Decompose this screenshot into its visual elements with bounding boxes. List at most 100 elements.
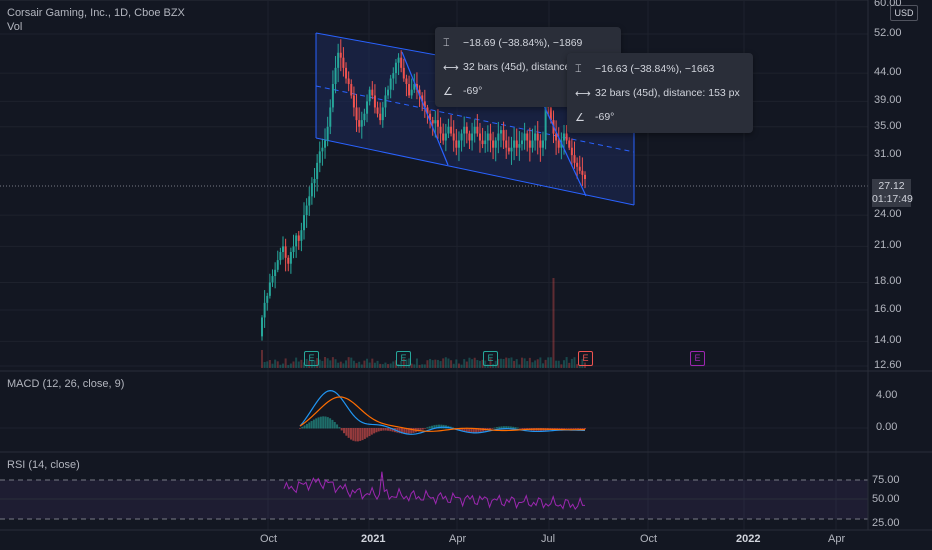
macd-histogram-bar — [317, 417, 320, 429]
price-tick: 35.00 — [874, 119, 902, 132]
volume-bar — [436, 359, 439, 368]
time-tick: 2022 — [736, 533, 761, 545]
macd-histogram-bar — [354, 428, 357, 442]
time-tick: 2021 — [361, 533, 386, 545]
volume-bar — [555, 360, 558, 368]
volume-bar — [476, 360, 479, 368]
volume-bar — [284, 358, 287, 368]
volume-bar — [289, 363, 292, 368]
candle-body — [523, 133, 526, 141]
volume-bar — [387, 364, 390, 368]
volume-bar — [513, 360, 516, 368]
volume-bar — [423, 364, 426, 368]
macd-histogram-bar — [512, 426, 515, 429]
macd-histogram-bar — [514, 427, 517, 429]
candle-body — [492, 140, 495, 148]
volume-bar — [442, 358, 445, 368]
candle-body — [473, 126, 476, 134]
macd-histogram-bar — [368, 428, 371, 437]
candle-body — [326, 126, 329, 141]
candle-body — [513, 140, 516, 148]
candle-body — [387, 89, 390, 96]
macd-histogram-bar — [329, 418, 332, 429]
rsi-label[interactable]: RSI (14, close) — [7, 459, 80, 471]
macd-histogram-bar — [308, 422, 311, 429]
volume-bar — [552, 278, 555, 368]
earnings-marker[interactable]: E — [578, 351, 593, 366]
volume-bar — [431, 360, 434, 368]
candle-body — [568, 140, 571, 148]
macd-histogram-bar — [315, 418, 318, 429]
candle-body — [565, 133, 568, 141]
rsi-tick-50: 50.00 — [872, 493, 900, 505]
candle-body — [515, 140, 518, 148]
macd-histogram-bar — [310, 420, 313, 429]
macd-histogram-bar — [361, 428, 364, 441]
volume-bar — [415, 358, 418, 368]
volume-label: Vol — [7, 21, 23, 33]
macd-histogram-bar — [382, 428, 385, 431]
volume-bar — [450, 360, 453, 368]
price-tick: 18.00 — [874, 275, 902, 288]
volume-bar — [560, 364, 563, 368]
macd-histogram-bar — [380, 428, 383, 431]
volume-bar — [389, 363, 392, 368]
macd-tick-0: 0.00 — [876, 421, 898, 433]
macd-signal-line — [299, 396, 586, 432]
candle-body — [534, 133, 537, 141]
volume-bar — [276, 361, 279, 368]
candle-body — [263, 302, 266, 318]
volume-bar — [549, 357, 552, 368]
volume-bar — [510, 357, 513, 368]
trading-chart[interactable]: Corsair Gaming, Inc., 1D, Cboe BZX Vol U… — [0, 0, 932, 550]
candle-body — [434, 120, 437, 124]
volume-bar — [460, 364, 463, 368]
candle-body — [539, 140, 542, 148]
candle-body — [505, 140, 508, 148]
volume-bar — [507, 358, 510, 368]
candle-body — [400, 57, 403, 68]
earnings-marker[interactable]: E — [396, 351, 411, 366]
volume-bar — [534, 360, 537, 368]
macd-histogram-bar — [373, 428, 376, 434]
candle-body — [531, 140, 534, 148]
volume-bar — [355, 363, 358, 368]
volume-bar — [429, 358, 432, 368]
macd-histogram-bar — [333, 421, 336, 429]
macd-label[interactable]: MACD (12, 26, close, 9) — [7, 378, 124, 390]
earnings-marker[interactable]: E — [483, 351, 498, 366]
volume-bar — [463, 359, 466, 368]
candle-body — [284, 246, 287, 258]
volume-bar — [562, 360, 565, 368]
macd-histogram-bar — [299, 428, 301, 429]
macd-histogram-bar — [319, 416, 322, 429]
measure-tooltip-2: ⌶ −16.63 (−38.84%), −1663 ⟷ 32 bars (45d),… — [567, 53, 753, 133]
candle-body — [276, 260, 279, 270]
tooltip-angle: -69° — [595, 111, 615, 123]
candle-body — [289, 252, 292, 264]
macd-histogram-bar — [567, 428, 570, 429]
volume-bar — [457, 363, 460, 368]
volume-bar — [342, 363, 345, 368]
candle-body — [358, 120, 361, 127]
volume-bar — [531, 362, 534, 368]
candle-body — [384, 95, 387, 108]
candle-body — [376, 107, 379, 114]
volume-bar — [366, 358, 369, 368]
price-tick: 24.00 — [874, 208, 902, 221]
candle-body — [439, 126, 442, 134]
volume-bar — [373, 362, 376, 368]
macd-histogram-bar — [387, 428, 390, 431]
candle-body — [397, 57, 400, 63]
volume-bar — [268, 359, 271, 368]
volume-bar — [300, 359, 303, 368]
candle-body — [410, 89, 413, 96]
candle-body — [368, 89, 371, 102]
volume-bar — [358, 361, 361, 368]
earnings-marker[interactable]: E — [690, 351, 705, 366]
volume-bar — [345, 360, 348, 368]
volume-bar — [523, 358, 526, 368]
earnings-marker[interactable]: E — [304, 351, 319, 366]
rsi-pane — [0, 471, 868, 520]
candle-body — [347, 78, 350, 85]
